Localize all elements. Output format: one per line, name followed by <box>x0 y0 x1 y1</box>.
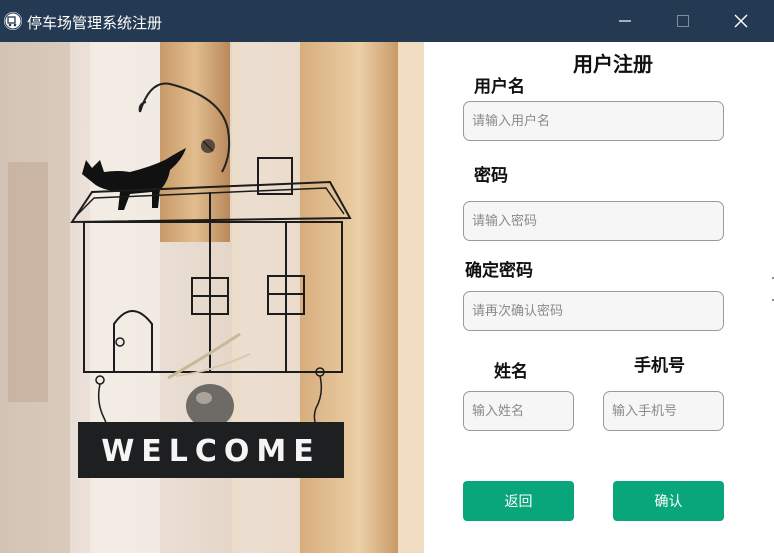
phone-input[interactable] <box>603 391 724 431</box>
maximize-button[interactable] <box>654 0 712 42</box>
form-heading: 用户注册 <box>573 52 653 76</box>
password-label: 密码 <box>474 166 508 186</box>
username-label: 用户名 <box>474 77 525 97</box>
close-button[interactable] <box>712 0 770 42</box>
maximize-icon <box>677 15 689 27</box>
window-title: 停车场管理系统注册 <box>27 14 163 32</box>
minimize-icon <box>619 20 631 22</box>
registration-form: 用户注册 用户名 密码 确定密码 姓名 手机号 返回 确认 <box>424 42 774 553</box>
minimize-button[interactable] <box>596 0 654 42</box>
username-input[interactable] <box>463 101 724 141</box>
name-label: 姓名 <box>494 362 528 382</box>
back-button[interactable]: 返回 <box>463 481 574 521</box>
confirm-button[interactable]: 确认 <box>613 481 724 521</box>
phone-label: 手机号 <box>634 356 685 376</box>
close-icon <box>734 14 748 28</box>
welcome-sign-text: WELCOME <box>101 434 321 469</box>
confirm-password-input[interactable] <box>463 291 724 331</box>
confirm-password-label: 确定密码 <box>465 261 533 281</box>
title-bar[interactable]: 停车场管理系统注册 <box>0 0 774 42</box>
parking-app-icon <box>4 12 22 30</box>
name-input[interactable] <box>463 391 574 431</box>
welcome-sign-image: WELCOME <box>0 42 424 553</box>
password-input[interactable] <box>463 201 724 241</box>
